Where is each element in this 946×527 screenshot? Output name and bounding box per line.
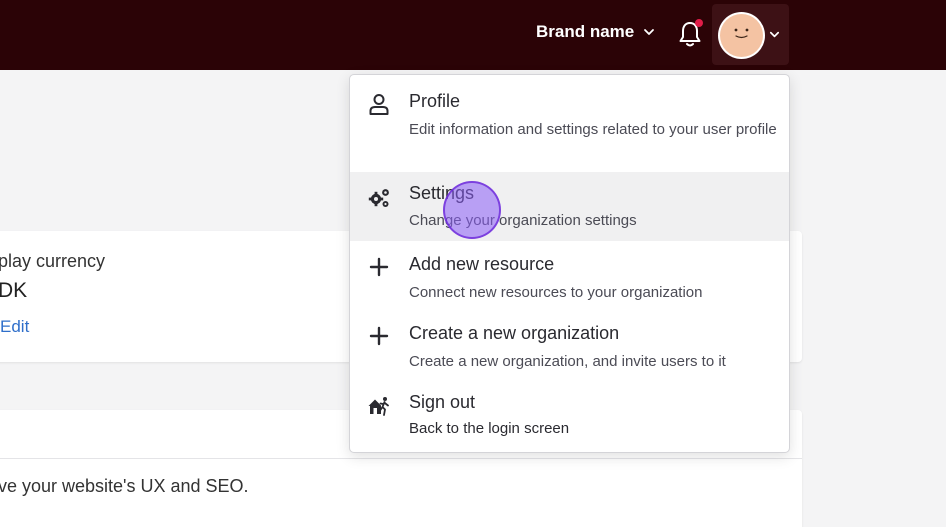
- menu-item-create-organization[interactable]: Create a new organization Create a new o…: [350, 312, 789, 382]
- menu-item-profile[interactable]: Profile Edit information and settings re…: [350, 75, 789, 171]
- menu-item-description: Create a new organization, and invite us…: [409, 353, 726, 370]
- exit-house-icon: [368, 397, 389, 416]
- menu-item-title: Create a new organization: [409, 323, 620, 343]
- currency-value: DK: [0, 279, 28, 302]
- menu-item-description: Edit information and settings related to…: [409, 121, 777, 138]
- notification-badge: [695, 19, 703, 27]
- user-menu-button[interactable]: [712, 4, 789, 65]
- avatar: [718, 12, 765, 59]
- menu-item-description: Back to the login screen: [409, 420, 570, 437]
- seo-card-text: ve your website's UX and SEO.: [0, 476, 249, 496]
- user-dropdown-menu: Profile Edit information and settings re…: [349, 74, 790, 453]
- click-indicator: [443, 181, 501, 239]
- top-navigation-bar: Brand name: [0, 0, 946, 70]
- avatar-face-icon: [734, 28, 749, 39]
- currency-label: play currency: [0, 251, 106, 271]
- brand-selector[interactable]: Brand name: [536, 22, 656, 42]
- menu-item-title: Add new resource: [409, 254, 555, 274]
- menu-item-add-resource[interactable]: Add new resource Connect new resources t…: [350, 242, 789, 312]
- plus-icon: [369, 257, 389, 277]
- plus-icon: [369, 326, 389, 346]
- chevron-down-icon: [769, 31, 780, 38]
- card-divider: [0, 458, 802, 459]
- gears-icon: [368, 189, 389, 207]
- menu-item-settings[interactable]: Settings Change your organization settin…: [350, 172, 789, 241]
- menu-item-title: Profile: [409, 91, 461, 111]
- notifications-button[interactable]: [677, 19, 703, 49]
- menu-item-title: Sign out: [409, 392, 476, 412]
- edit-currency-link[interactable]: Edit: [0, 317, 29, 337]
- menu-item-description: Connect new resources to your organizati…: [409, 284, 703, 301]
- chevron-down-icon: [644, 29, 655, 35]
- brand-name-label: Brand name: [536, 22, 635, 41]
- menu-item-sign-out[interactable]: Sign out Back to the login screen: [350, 382, 789, 452]
- user-icon: [369, 94, 389, 115]
